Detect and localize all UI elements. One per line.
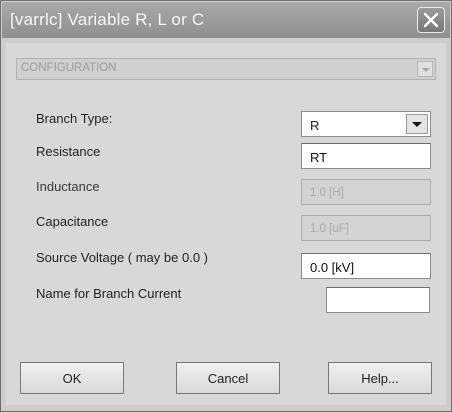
dialog-window: [varrlc] Variable R, L or C CONFIGURATIO… <box>0 0 452 412</box>
dialog-body: CONFIGURATION Branch Type: R Resistance … <box>6 43 446 405</box>
configuration-value: CONFIGURATION <box>21 62 117 74</box>
capacitance-value: 1.0 [uF] <box>310 223 349 235</box>
branch-type-dropdown[interactable]: R <box>301 111 431 137</box>
source-voltage-value: 0.0 [kV] <box>310 260 355 275</box>
ok-button[interactable]: OK <box>20 362 124 394</box>
chevron-down-icon[interactable] <box>406 114 428 134</box>
resistance-field[interactable]: RT <box>301 143 431 169</box>
chevron-down-icon[interactable] <box>417 61 433 77</box>
source-voltage-label: Source Voltage ( may be 0.0 ) <box>36 250 208 265</box>
help-button[interactable]: Help... <box>328 362 432 394</box>
source-voltage-field[interactable]: 0.0 [kV] <box>301 253 431 279</box>
window-title: [varrlc] Variable R, L or C <box>10 10 205 29</box>
resistance-value: RT <box>310 150 328 165</box>
inductance-label: Inductance <box>36 179 100 194</box>
close-button[interactable] <box>417 7 445 33</box>
capacitance-field: 1.0 [uF] <box>301 215 431 241</box>
capacitance-label: Capacitance <box>36 214 109 229</box>
branch-current-name-label: Name for Branch Current <box>36 286 182 301</box>
branch-type-value: R <box>310 118 320 133</box>
title-bar[interactable]: [varrlc] Variable R, L or C <box>2 2 450 38</box>
inductance-value: 1.0 [H] <box>310 187 344 199</box>
inductance-field: 1.0 [H] <box>301 179 431 205</box>
resistance-label: Resistance <box>36 144 101 159</box>
configuration-dropdown[interactable]: CONFIGURATION <box>16 58 436 80</box>
branch-type-label: Branch Type: <box>36 111 113 126</box>
branch-current-name-field[interactable] <box>326 287 430 313</box>
cancel-button[interactable]: Cancel <box>176 362 280 394</box>
close-icon <box>423 12 439 28</box>
